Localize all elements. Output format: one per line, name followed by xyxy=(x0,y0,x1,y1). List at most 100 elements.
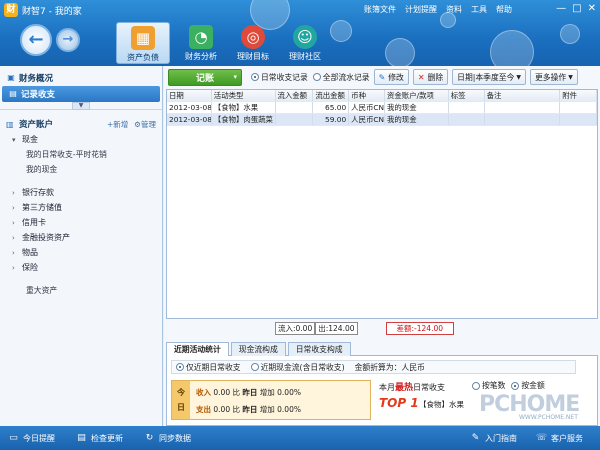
edit-button[interactable]: ✎ 修改 xyxy=(373,69,409,85)
col-header-type[interactable]: 活动类型 xyxy=(212,90,276,101)
menu-ledger-file[interactable]: 账簿文件 xyxy=(364,4,396,15)
tab-daily-composition[interactable]: 日常收支构成 xyxy=(287,342,351,356)
tab-recent-stats[interactable]: 近期活动统计 xyxy=(166,342,229,356)
maximize-icon[interactable]: □ xyxy=(572,3,581,14)
cell-type: 【食物】水果 xyxy=(212,102,276,113)
sidebar-group-bank[interactable]: › 银行存款 xyxy=(0,185,162,200)
tab-label: 资产负债 xyxy=(127,53,159,62)
radio-all-records[interactable]: 全部流水记录 xyxy=(312,72,370,83)
sync-data-button[interactable]: ↻ 同步数据 xyxy=(144,433,191,444)
radio-label: 按笔数 xyxy=(482,381,506,390)
tab-assets-liabilities[interactable]: ▦ 资产负债 xyxy=(116,22,170,64)
sidebar-group-cash[interactable]: ▾ 现金 xyxy=(0,132,162,147)
chevron-right-icon: › xyxy=(12,233,15,242)
col-header-attachment[interactable]: 附件 xyxy=(560,90,598,101)
tab-cashflow-composition[interactable]: 现金流构成 xyxy=(230,342,286,356)
menu-tools[interactable]: 工具 xyxy=(471,4,487,15)
recent-stats-panel: 仅近期日常收支 近期现金流(含日常收支) 金额折算为：人民币 今 日 收入 0.… xyxy=(166,356,598,426)
cell-inflow xyxy=(276,102,314,113)
status-bar: ▭ 今日提醒 ▤ 检查更新 ↻ 同步数据 ✎ 入门指南 ☏ 客户服务 xyxy=(0,426,600,450)
update-icon: ▤ xyxy=(77,433,86,443)
cell-account: 我的现金 xyxy=(385,102,449,113)
record-button[interactable]: 记账 ▾ xyxy=(168,68,242,86)
col-header-note[interactable]: 备注 xyxy=(485,90,561,101)
minimize-icon[interactable]: — xyxy=(556,3,566,14)
menu-plan-reminder[interactable]: 计划提醒 xyxy=(405,4,437,15)
add-account-button[interactable]: +新增 xyxy=(107,119,128,130)
radio-recent-cashflow[interactable]: 近期现金流(含日常收支) xyxy=(250,362,345,373)
collapse-arrow-icon[interactable]: ▼ xyxy=(72,102,90,110)
tab-financial-analysis[interactable]: ◔ 财务分析 xyxy=(174,22,228,64)
currency-note: 金额折算为：人民币 xyxy=(354,362,425,372)
app-header: 财 财智7 - 我的家 账簿文件 计划提醒 资料 工具 帮助 — □ ✕ ← →… xyxy=(0,0,600,66)
tab-community[interactable]: ☺ 理财社区 xyxy=(278,22,332,64)
expense-label: 支出 xyxy=(196,405,211,414)
sidebar-group-credit[interactable]: › 信用卡 xyxy=(0,215,162,230)
sidebar-item-label: 物品 xyxy=(22,248,38,257)
sidebar-item-label: 记录收支 xyxy=(21,90,56,100)
col-header-date[interactable]: 日期 xyxy=(167,90,212,101)
cell-inflow xyxy=(276,114,314,125)
sidebar-group-investment[interactable]: › 金融投资资产 xyxy=(0,230,162,245)
cell-currency: 人民币CNY xyxy=(351,102,386,113)
decor-bubble xyxy=(330,20,352,42)
total-outflow: 出:124.00 xyxy=(315,321,358,335)
dropdown-arrow-icon: ▼ xyxy=(516,73,521,81)
radio-dot xyxy=(312,73,321,81)
tab-financial-target[interactable]: ◎ 理财目标 xyxy=(226,22,280,64)
radio-by-amount[interactable]: 按金额 xyxy=(511,380,545,391)
month-prefix: 本月 xyxy=(379,383,395,392)
status-label: 客户服务 xyxy=(551,434,583,443)
dropdown-arrow-icon[interactable]: ▾ xyxy=(233,73,237,81)
decor-bubble xyxy=(560,24,580,44)
col-header-currency[interactable]: 币种 xyxy=(349,90,386,101)
getting-started-button[interactable]: ✎ 入门指南 xyxy=(470,433,517,444)
top-menu: 账簿文件 计划提醒 资料 工具 帮助 xyxy=(364,4,512,15)
hot-sort-options: 按笔数 按金额 xyxy=(463,380,545,391)
check-update-button[interactable]: ▤ 检查更新 xyxy=(76,433,123,444)
sidebar-item-record[interactable]: ▤ 记录收支 xyxy=(2,86,160,102)
guide-icon: ✎ xyxy=(471,433,480,443)
back-button[interactable]: ← xyxy=(20,24,52,56)
col-header-account[interactable]: 资金账户/款项 xyxy=(385,90,449,101)
increase-label: 增加 xyxy=(259,405,275,414)
col-header-tag[interactable]: 标签 xyxy=(449,90,485,101)
menu-help[interactable]: 帮助 xyxy=(496,4,512,15)
sidebar-group-items[interactable]: › 物品 xyxy=(0,245,162,260)
today-expense-line: 支出 0.00 比 昨日 增加 0.00% xyxy=(196,404,301,415)
delete-button[interactable]: ✕ 删除 xyxy=(412,69,449,85)
more-actions-button[interactable]: 更多操作 ▼ xyxy=(530,69,578,85)
sidebar-account-daily[interactable]: 我的日常收支-平时花销 xyxy=(0,147,162,162)
date-filter-label: 日期|本季度至今 xyxy=(457,72,515,82)
pencil-icon: ✎ xyxy=(378,72,386,82)
today-reminder-button[interactable]: ▭ 今日提醒 xyxy=(8,433,55,444)
chevron-right-icon: › xyxy=(12,188,15,197)
sidebar-item-label: 第三方储值 xyxy=(22,203,62,212)
col-header-outflow[interactable]: 流出金额 xyxy=(313,90,350,101)
manage-accounts-button[interactable]: ⚙管理 xyxy=(134,119,156,130)
table-row[interactable]: 2012-03-08 【食物】水果 65.00 人民币CNY 我的现金 xyxy=(167,102,598,114)
stats-options: 仅近期日常收支 近期现金流(含日常收支) 金额折算为：人民币 xyxy=(171,360,576,374)
radio-by-count[interactable]: 按笔数 xyxy=(472,380,505,391)
forward-button[interactable]: → xyxy=(56,28,80,52)
cell-type: 【食物】肉蛋蔬菜 xyxy=(212,114,276,125)
sidebar-group-thirdparty[interactable]: › 第三方储值 xyxy=(0,200,162,215)
sidebar-account-cash[interactable]: 我的现金 xyxy=(0,162,162,177)
more-label: 更多操作 xyxy=(535,72,567,82)
date-filter-select[interactable]: 日期|本季度至今 ▼ xyxy=(452,69,526,85)
table-row[interactable]: 2012-03-08 【食物】肉蛋蔬菜 59.00 人民币CNY 我的现金 xyxy=(167,114,598,126)
chevron-right-icon: › xyxy=(12,263,15,272)
totals-bar: 流入:0.00 出:124.00 差额:-124.00 xyxy=(166,321,598,335)
close-icon[interactable]: ✕ xyxy=(588,3,596,14)
radio-daily-records[interactable]: 日常收支记录 xyxy=(251,72,308,83)
sidebar-group-insurance[interactable]: › 保险 xyxy=(0,260,162,275)
assets-icon: ▦ xyxy=(131,26,155,50)
menu-info[interactable]: 资料 xyxy=(446,4,462,15)
sidebar-big-assets[interactable]: 重大资产 xyxy=(0,283,162,298)
col-header-inflow[interactable]: 流入金额 xyxy=(276,90,314,101)
customer-service-button[interactable]: ☏ 客户服务 xyxy=(536,433,583,444)
sidebar-item-overview[interactable]: ▣ 财务概况 xyxy=(0,70,162,86)
cell-tag xyxy=(449,114,485,125)
radio-recent-daily[interactable]: 仅近期日常收支 xyxy=(176,362,241,373)
